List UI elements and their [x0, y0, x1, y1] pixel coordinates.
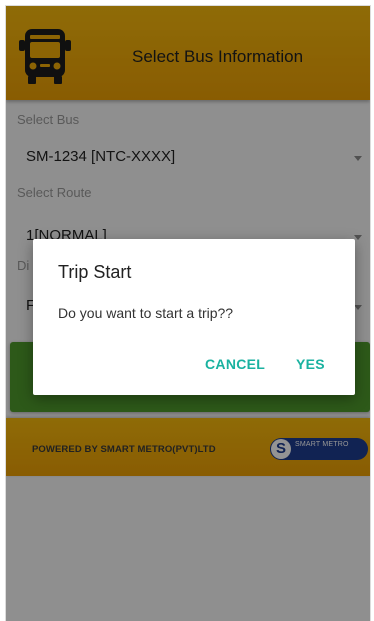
- dialog-message: Do you want to start a trip??: [58, 305, 234, 321]
- dialog-title: Trip Start: [58, 262, 132, 282]
- cancel-button[interactable]: CANCEL: [205, 356, 265, 372]
- trip-start-dialog: Trip Start Do you want to start a trip??…: [33, 239, 355, 395]
- yes-button[interactable]: YES: [296, 356, 325, 372]
- app-screen: Select Bus Information Select Bus SM-123…: [6, 6, 370, 621]
